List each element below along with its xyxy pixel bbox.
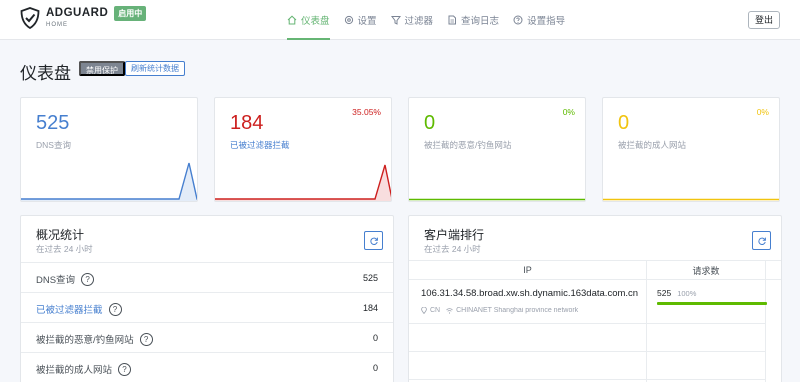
stats-row-malware-blocked: 被拦截的恶意/钓鱼网站? 0 [21, 322, 393, 352]
stat-value: 0 [424, 112, 436, 134]
logout-button[interactable]: 登出 [747, 11, 780, 29]
panel-title: 概况统计 [36, 228, 85, 242]
main-nav: 仪表盘 设置 过滤器 查询日志 设置指导 [287, 0, 579, 40]
nav-query-log[interactable]: 查询日志 [447, 0, 499, 40]
stats-row-label-link[interactable]: 已被过滤器拦截 [36, 302, 103, 316]
stat-card-blocked-filters: 184 已被过滤器拦截 35.05% [214, 97, 392, 202]
table-header: IP 请求数 [409, 260, 781, 281]
stats-row-value: 0 [372, 363, 378, 373]
refresh-icon [369, 237, 378, 245]
stats-row-label: 被拦截的恶意/钓鱼网站 [36, 335, 134, 346]
stats-row-label: 被拦截的成人网站 [36, 365, 113, 376]
nav-dashboard[interactable]: 仪表盘 [287, 0, 330, 40]
logo-subtitle: HOME [46, 21, 68, 28]
shield-logo-icon [20, 7, 40, 29]
stats-row-blocked-filters: 已被过滤器拦截? 184 [21, 292, 393, 322]
network-icon [446, 307, 453, 314]
refresh-stats-button[interactable]: 刷新统计数据 [125, 61, 185, 76]
stat-value: 184 [230, 112, 264, 134]
stats-row-dns-queries: DNS查询? 525 [21, 262, 393, 292]
help-icon[interactable]: ? [108, 302, 122, 316]
client-requests: 525 100% [657, 288, 696, 298]
home-icon [287, 15, 297, 25]
table-row-empty [409, 324, 765, 352]
sparkline-chart [21, 162, 197, 201]
refresh-button[interactable] [752, 231, 771, 250]
panel-subtitle: 在过去 24 小时 [424, 244, 481, 254]
stat-card-malware-blocked: 0 被拦截的恶意/钓鱼网站 0% [408, 97, 586, 202]
general-statistics-panel: 概况统计 在过去 24 小时 DNS查询? 525 已被过滤器拦截? 184 被… [20, 215, 394, 382]
gear-icon [344, 15, 353, 25]
client-meta: CN CHINANET Shanghai province network [421, 307, 639, 314]
status-badge: 启用中 [114, 5, 147, 21]
sparkline-chart [409, 198, 585, 201]
stats-row-value: 184 [362, 303, 378, 313]
nav-settings-label: 设置 [357, 16, 377, 27]
nav-filters[interactable]: 过滤器 [390, 0, 434, 40]
refresh-icon [757, 237, 766, 245]
document-icon [448, 15, 457, 25]
stat-value: 525 [36, 112, 70, 134]
logo-name: ADGUARD [46, 7, 109, 20]
stat-percent: 0% [562, 107, 575, 117]
nav-query-log-label: 查询日志 [461, 16, 500, 27]
stat-label: DNS查询 [36, 140, 71, 150]
column-header-ip[interactable]: IP [409, 265, 646, 275]
help-icon[interactable]: ? [81, 272, 95, 286]
request-percent: 100% [677, 289, 697, 298]
disable-protection-button[interactable]: 禁用保护 [79, 61, 125, 76]
filter-icon [390, 16, 401, 25]
stats-row-adult-blocked: 被拦截的成人网站? 0 [21, 352, 393, 382]
help-circle-icon [513, 15, 523, 25]
stats-row-value: 0 [372, 333, 378, 343]
nav-filters-label: 过滤器 [404, 16, 434, 27]
sparkline-chart [215, 164, 391, 201]
adguard-logo[interactable]: ADGUARD HOME 启用中 [20, 5, 147, 29]
nav-setup-guide-label: 设置指导 [527, 16, 566, 27]
panel-title: 客户端排行 [424, 228, 485, 242]
column-divider [765, 260, 766, 382]
request-count: 525 [657, 288, 672, 298]
column-header-requests[interactable]: 请求数 [646, 261, 765, 281]
table-row-empty [409, 352, 765, 380]
top-clients-panel: 客户端排行 在过去 24 小时 IP 请求数 106.31.34.58.broa… [408, 215, 782, 382]
location-pin-icon [421, 307, 427, 314]
request-progress-bar [657, 302, 767, 305]
stat-card-dns-queries: 525 DNS查询 [20, 97, 198, 202]
sparkline-chart [603, 198, 779, 201]
nav-setup-guide[interactable]: 设置指导 [513, 0, 565, 40]
refresh-button[interactable] [364, 231, 383, 250]
stat-card-adult-blocked: 0 被拦截的成人网站 0% [602, 97, 780, 202]
stat-percent: 35.05% [352, 107, 381, 117]
stat-percent: 0% [756, 107, 769, 117]
stats-row-label: DNS查询 [36, 275, 76, 286]
stat-label: 被拦截的恶意/钓鱼网站 [424, 140, 512, 150]
top-header: ADGUARD HOME 启用中 仪表盘 设置 过滤器 查询日志 设置指导 登出 [0, 0, 800, 40]
stat-label: 被拦截的成人网站 [618, 140, 687, 150]
client-network: CHINANET Shanghai province network [456, 307, 579, 314]
nav-dashboard-label: 仪表盘 [301, 16, 330, 27]
stat-value: 0 [618, 112, 630, 134]
stats-row-value: 525 [362, 273, 378, 283]
client-country: CN [430, 307, 441, 314]
nav-settings[interactable]: 设置 [344, 0, 377, 40]
help-icon[interactable]: ? [139, 332, 153, 346]
help-icon[interactable]: ? [118, 362, 132, 376]
client-ip[interactable]: 106.31.34.58.broad.xw.sh.dynamic.163data… [421, 288, 639, 299]
stat-label-link[interactable]: 已被过滤器拦截 [230, 139, 290, 151]
table-row[interactable]: 106.31.34.58.broad.xw.sh.dynamic.163data… [409, 280, 767, 324]
page-title: 仪表盘 [20, 64, 71, 83]
panel-subtitle: 在过去 24 小时 [36, 244, 93, 254]
